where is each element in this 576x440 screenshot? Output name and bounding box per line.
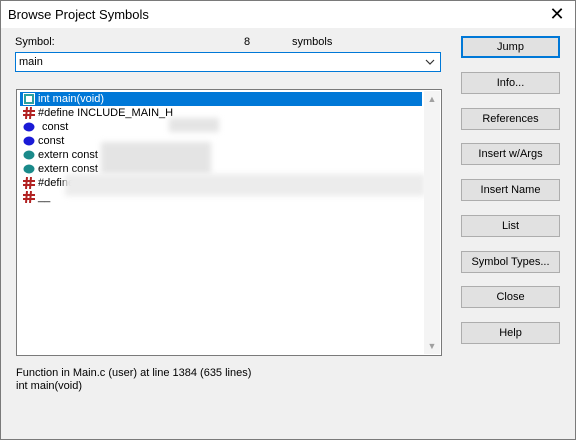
extern-icon [23, 150, 35, 160]
insert-name-button[interactable]: Insert Name [461, 179, 560, 201]
redaction-blur [65, 174, 425, 196]
function-icon [23, 93, 35, 105]
close-button[interactable]: Close [461, 286, 560, 308]
extern-icon [23, 164, 35, 174]
redaction-blur [101, 142, 211, 174]
symbol-types-button[interactable]: Symbol Types... [461, 251, 560, 273]
list-item[interactable]: extern const [20, 148, 422, 162]
symbol-count: 8 [244, 36, 251, 48]
list-item-label: const [42, 121, 69, 133]
define-icon [23, 107, 35, 119]
define-icon [23, 191, 35, 203]
browse-symbols-dialog: Browse Project Symbols ✕ Symbol: 8 symbo… [0, 0, 576, 440]
info-button[interactable]: Info... [461, 72, 560, 94]
constant-icon [23, 122, 35, 132]
list-item-label: extern const [38, 149, 98, 161]
symbol-search-combo[interactable]: main [15, 52, 441, 72]
redaction-blur [169, 118, 219, 132]
help-button[interactable]: Help [461, 322, 560, 344]
list-item[interactable]: #define INCLUDE_MAIN_H [20, 106, 422, 120]
list-item-label: __ [38, 191, 51, 203]
insert-args-button[interactable]: Insert w/Args [461, 143, 560, 165]
define-icon [23, 177, 35, 189]
list-item[interactable]: int main(void) [20, 92, 422, 106]
close-icon[interactable]: ✕ [547, 4, 567, 24]
list-item[interactable]: const [20, 134, 422, 148]
list-item[interactable]: const [20, 120, 422, 134]
title-bar: Browse Project Symbols ✕ [1, 1, 575, 28]
constant-icon [23, 136, 35, 146]
list-scrollbar[interactable]: ▲ ▼ [424, 91, 440, 354]
jump-button[interactable]: Jump [461, 36, 560, 58]
symbols-word: symbols [292, 36, 333, 48]
symbol-list[interactable]: int main(void) #define INCLUDE_MAIN_H co… [16, 89, 442, 356]
symbol-location-status: Function in Main.c (user) at line 1384 (… [16, 367, 252, 379]
scroll-down-arrow-icon[interactable]: ▼ [424, 338, 440, 354]
list-item-label: const [38, 135, 65, 147]
symbol-search-value[interactable]: main [19, 56, 43, 68]
list-item-label: #define INCLUDE_MAIN_H [38, 107, 174, 119]
symbol-signature-status: int main(void) [16, 380, 83, 392]
symbol-label: Symbol: [15, 36, 55, 48]
list-button[interactable]: List [461, 215, 560, 237]
scroll-up-arrow-icon[interactable]: ▲ [424, 91, 440, 107]
list-item-label: int main(void) [38, 93, 105, 105]
chevron-down-icon[interactable] [423, 55, 437, 69]
dialog-title: Browse Project Symbols [8, 7, 149, 22]
references-button[interactable]: References [461, 108, 560, 130]
